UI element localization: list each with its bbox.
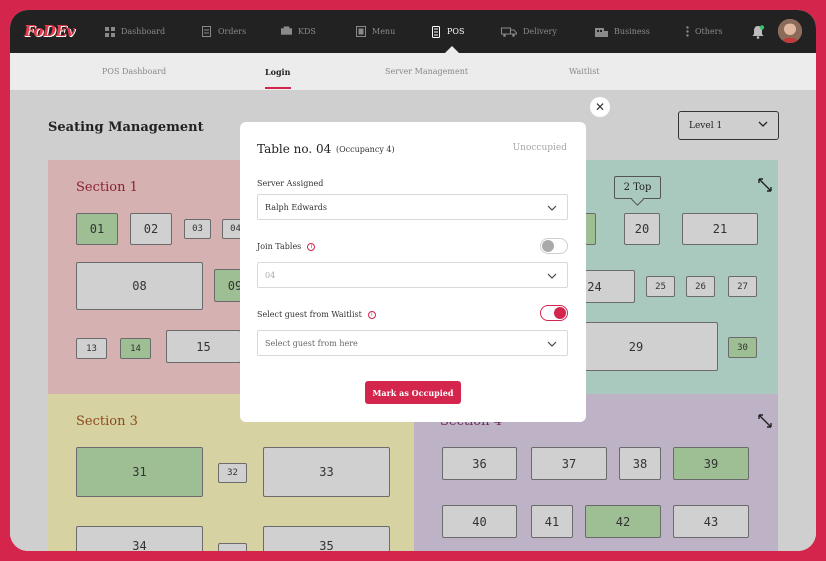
nav-orders[interactable]: Orders [201,10,246,53]
page-title: Seating Management [48,120,204,135]
tab-waitlist[interactable]: Waitlist [569,53,600,90]
pos-icon [430,25,441,38]
orders-icon [201,26,212,37]
nav-label: Delivery [523,27,557,36]
expand-icon[interactable] [758,414,772,431]
nav-label: POS [447,27,465,36]
join-tables-label: Join Tables i [257,242,316,251]
table-34[interactable]: 34 [76,526,203,551]
top-navigation: FoDEv Dashboard Orders KDS Menu POS Deli… [10,10,816,53]
nav-menu[interactable]: Menu [355,10,395,53]
waitlist-guest-select[interactable]: Select guest from here [257,330,568,356]
modal-occupancy: (Occupancy 4) [336,145,395,154]
sub-navigation: POS Dashboard Login Server Management Wa… [10,53,816,90]
join-tables-value: 04 [265,270,276,280]
server-assigned-select[interactable]: Ralph Edwards [257,194,568,220]
table-03[interactable]: 03 [184,219,211,239]
join-tables-label-text: Join Tables [257,242,302,251]
expand-icon[interactable] [758,178,772,195]
table-tooltip: 2 Top [614,176,661,199]
level-select[interactable]: Level 1 [678,111,779,140]
table-details-modal: Table no. 04 (Occupancy 4) Unoccupied Se… [240,122,586,422]
table-33[interactable]: 33 [263,447,390,497]
join-tables-select[interactable]: 04 [257,262,568,288]
table-08[interactable]: 08 [76,262,203,310]
waitlist-label-text: Select guest from Waitlist [257,310,362,319]
table-39[interactable]: 39 [673,447,749,480]
nav-kds[interactable]: KDS [281,10,316,53]
server-assigned-label: Server Assigned [257,179,323,188]
info-icon[interactable]: i [367,310,376,319]
mark-as-occupied-button[interactable]: Mark as Occupied [365,381,461,404]
info-icon[interactable]: i [307,242,316,251]
toggle-knob [542,240,554,252]
table-26[interactable]: 26 [686,276,715,297]
user-avatar[interactable] [778,19,802,43]
active-nav-caret [445,46,459,53]
delivery-icon [501,26,517,37]
nav-label: Menu [372,27,396,36]
chevron-down-icon [547,272,557,281]
modal-close-button[interactable]: ✕ [590,97,610,117]
table-30[interactable]: 30 [728,337,757,358]
table-27[interactable]: 27 [728,276,757,297]
toggle-knob [554,307,566,319]
table-25[interactable]: 25 [646,276,675,297]
table-40[interactable]: 40 [442,505,517,538]
modal-title: Table no. 04 [257,142,332,156]
chevron-down-icon [758,120,768,130]
tab-login[interactable]: Login [265,53,290,90]
table-36[interactable]: 36 [442,447,517,480]
table-15[interactable]: 15 [166,330,241,363]
tab-pos-dashboard[interactable]: POS Dashboard [102,53,166,90]
dashboard-icon [104,26,115,37]
app-frame: FoDEv Dashboard Orders KDS Menu POS Deli… [10,10,816,551]
server-assigned-value: Ralph Edwards [265,202,327,212]
section-title: Section 1 [76,180,138,195]
chevron-down-icon [547,340,557,349]
table-43[interactable]: 43 [673,505,749,538]
table-01[interactable]: 01 [76,213,118,245]
table-21[interactable]: 21 [682,213,758,245]
nav-label: Business [614,27,650,36]
nav-delivery[interactable]: Delivery [501,10,557,53]
waitlist-toggle[interactable] [540,305,568,321]
join-tables-toggle[interactable] [540,238,568,254]
nav-label: Others [695,27,723,36]
table-42[interactable]: 42 [585,505,661,538]
table-41[interactable]: 41 [531,505,573,538]
table-14[interactable]: 14 [120,338,151,359]
level-select-value: Level 1 [689,120,723,131]
table-13[interactable]: 13 [76,338,107,359]
kds-icon [281,26,292,37]
close-icon: ✕ [594,100,606,114]
table-status: Unoccupied [512,143,567,153]
table-38[interactable]: 38 [619,447,661,480]
table-35[interactable]: 35 [263,526,390,551]
table-31[interactable]: 31 [76,447,203,497]
notification-bell-icon[interactable] [752,24,765,43]
nav-label: KDS [298,27,316,36]
nav-dashboard[interactable]: Dashboard [104,10,165,53]
section-title: Section 3 [76,414,138,429]
nav-label: Orders [218,27,247,36]
waitlist-label: Select guest from Waitlist i [257,310,376,319]
active-tab-indicator [265,87,291,89]
app-logo[interactable]: FoDEv [24,22,75,40]
chevron-down-icon [547,204,557,213]
nav-others[interactable]: Others [685,10,723,53]
tab-server-management[interactable]: Server Management [385,53,468,90]
server-assigned-label-text: Server Assigned [257,179,324,188]
nav-business[interactable]: Business [595,10,650,53]
table-02[interactable]: 02 [130,213,172,245]
waitlist-guest-placeholder: Select guest from here [265,338,358,348]
table-32[interactable]: 32 [218,463,247,483]
more-icon [685,26,689,37]
nav-label: Dashboard [121,27,166,36]
menu-icon [355,26,366,37]
table-35[interactable] [218,543,247,551]
table-37[interactable]: 37 [531,447,607,480]
table-20[interactable]: 20 [624,213,660,245]
business-icon [595,26,608,37]
